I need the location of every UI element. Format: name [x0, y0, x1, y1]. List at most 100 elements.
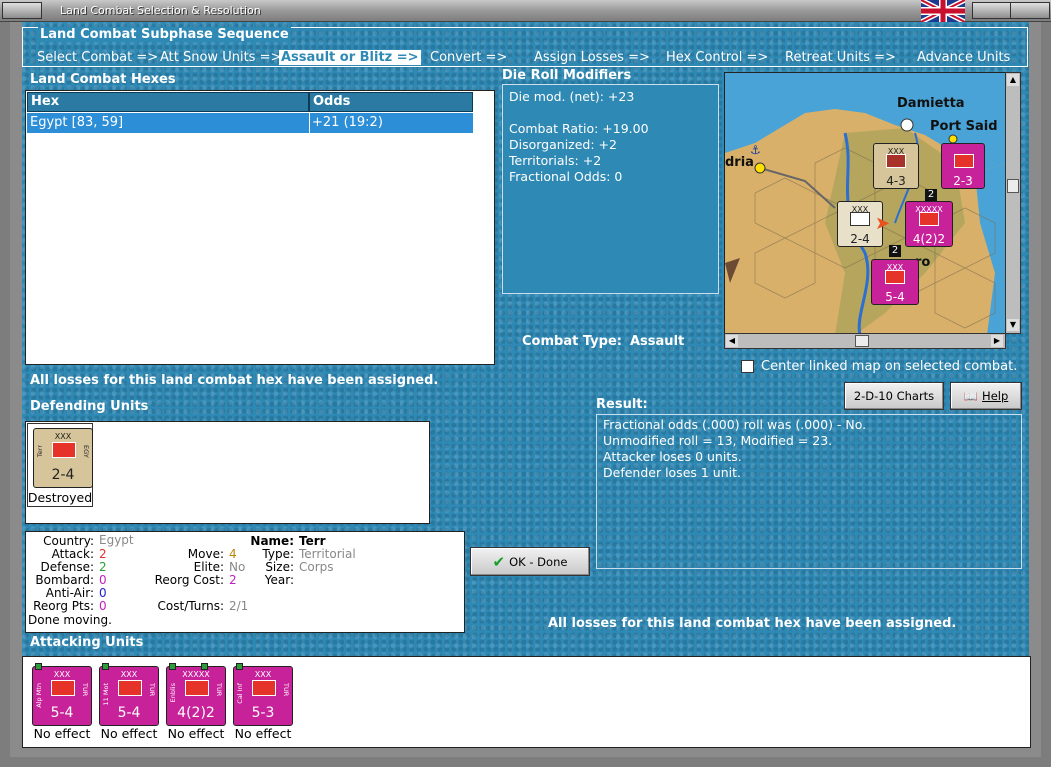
stack-badge: 2: [925, 189, 937, 201]
attacking-unit-counter[interactable]: XXX Alp Mtn TUR 5-4: [32, 663, 92, 726]
attacking-unit-counter[interactable]: XXX Cal Inf TUR 5-3: [233, 663, 293, 726]
attacker-status: No effect: [100, 726, 158, 741]
ok-done-button[interactable]: ✔ OK - Done: [470, 547, 590, 576]
defense-label: Defense:: [40, 560, 94, 574]
seq-select-combat: Select Combat =>: [37, 50, 159, 65]
mod-line-blank: [509, 105, 712, 121]
mod-line-territorials: Territorials: +2: [509, 153, 602, 168]
checkmark-icon: ✔: [492, 552, 506, 571]
ready-indicator: [201, 663, 208, 670]
country-label: Country:: [43, 534, 94, 548]
column-header-odds[interactable]: Odds: [309, 92, 473, 112]
help-book-icon: 📖: [963, 389, 979, 403]
scroll-right-icon[interactable]: ▶: [991, 335, 1003, 347]
losses-message-bottom: All losses for this land combat hex have…: [548, 616, 957, 631]
mod-line-ratio: Combat Ratio: +19.00: [509, 121, 649, 136]
bombard-label: Bombard:: [35, 573, 94, 587]
defender-status: Destroyed: [27, 490, 93, 505]
result-line: Fractional odds (.000) roll was (.000) -…: [603, 417, 867, 432]
vertical-scroll-thumb[interactable]: [1007, 179, 1019, 193]
anchor-icon: ⚓: [750, 143, 761, 157]
map-vertical-scrollbar[interactable]: ▲ ▼: [1005, 72, 1021, 334]
cost-turns-label: Cost/Turns:: [157, 599, 224, 613]
sequence-title: Land Combat Subphase Sequence: [38, 27, 291, 42]
name-label: Name:: [250, 534, 294, 548]
result-line: Defender loses 1 unit.: [603, 465, 741, 480]
reorg-pts-label: Reorg Pts:: [33, 599, 94, 613]
attack-value: 2: [99, 547, 107, 561]
reorg-cost-value: 2: [229, 573, 237, 587]
odds-cell: +21 (19:2): [312, 115, 383, 130]
ready-indicator: [236, 663, 243, 670]
result-line: Unmodified roll = 13, Modified = 23.: [603, 433, 833, 448]
center-map-checkbox[interactable]: [741, 360, 754, 373]
antiair-value: 0: [99, 586, 107, 600]
close-button[interactable]: [1010, 2, 1050, 19]
linked-map[interactable]: Damietta Port Said dria ro ⚓ XXX 4-3 2-3…: [724, 72, 1006, 334]
seq-convert: Convert =>: [430, 50, 508, 65]
seq-retreat-units: Retreat Units =>: [785, 50, 896, 65]
seq-assign-losses: Assign Losses =>: [534, 50, 650, 65]
bombard-value: 0: [99, 573, 107, 587]
attacker-status: No effect: [33, 726, 91, 741]
combat-type-value: Assault: [630, 334, 685, 349]
attacker-status: No effect: [234, 726, 292, 741]
attacking-title: Attacking Units: [30, 635, 144, 650]
mod-line-fractional: Fractional Odds: 0: [509, 169, 623, 184]
scroll-down-icon[interactable]: ▼: [1007, 319, 1019, 331]
ready-indicator: [102, 663, 109, 670]
scroll-up-icon[interactable]: ▲: [1007, 74, 1019, 86]
size-value: Corps: [299, 560, 334, 574]
type-label: Type:: [262, 547, 294, 561]
uk-flag-icon: [921, 0, 965, 22]
unit-status-text: Done moving.: [28, 613, 112, 627]
system-menu-button[interactable]: [2, 2, 42, 19]
defending-title: Defending Units: [30, 399, 149, 414]
horizontal-scroll-thumb[interactable]: [855, 335, 869, 347]
ready-indicator: [169, 663, 176, 670]
antiair-label: Anti-Air:: [45, 586, 94, 600]
center-map-label[interactable]: Center linked map on selected combat.: [761, 359, 1017, 374]
title-bar: Land Combat Selection & Resolution: [0, 0, 1051, 22]
result-title: Result:: [596, 397, 648, 412]
map-label-port-said: Port Said: [930, 119, 998, 134]
seq-hex-control: Hex Control =>: [666, 50, 769, 65]
map-counter[interactable]: XXX 4-3: [873, 143, 919, 189]
seq-assault-or-blitz: Assault or Blitz =>: [279, 50, 421, 65]
result-line: Attacker loses 0 units.: [603, 449, 742, 464]
defending-unit-counter[interactable]: XXX Terr EGY 2-4: [33, 428, 93, 488]
map-label-alexandria: dria: [725, 155, 754, 170]
result-box: Fractional odds (.000) roll was (.000) -…: [596, 414, 1022, 569]
charts-button[interactable]: 2-D-10 Charts: [844, 382, 944, 410]
country-value: Egypt: [99, 533, 134, 547]
mod-line-net: Die mod. (net): +23: [509, 89, 635, 104]
attacker-status: No effect: [167, 726, 225, 741]
modifiers-box: Die mod. (net): +23 Combat Ratio: +19.00…: [502, 84, 719, 294]
scroll-left-icon[interactable]: ◀: [726, 335, 738, 347]
seq-att-snow-units: Att Snow Units =>: [160, 50, 282, 65]
help-button[interactable]: 📖 Help: [950, 382, 1022, 410]
mod-line-disorganized: Disorganized: +2: [509, 137, 617, 152]
seq-advance-units: Advance Units: [917, 50, 1011, 65]
cost-turns-value: 2/1: [229, 599, 249, 613]
column-header-hex[interactable]: Hex: [27, 92, 309, 112]
attacking-unit-counter[interactable]: XXXXX Enblis TUR 4(2)2: [166, 663, 226, 726]
hexes-title: Land Combat Hexes: [30, 72, 176, 87]
attacking-unit-counter[interactable]: XXX 11 Mot TUR 5-4: [99, 663, 159, 726]
move-label: Move:: [187, 547, 224, 561]
map-counter[interactable]: 2-3: [941, 143, 985, 189]
losses-message-top: All losses for this land combat hex have…: [30, 373, 439, 388]
hex-cell: Egypt [83, 59]: [30, 115, 124, 130]
combat-arrow-icon: ➤: [875, 213, 891, 234]
move-value: 4: [229, 547, 237, 561]
cell-divider: [309, 113, 310, 133]
map-counter[interactable]: XXX 5-4: [871, 259, 919, 305]
minimize-button[interactable]: [972, 2, 1012, 19]
reorg-cost-label: Reorg Cost:: [154, 573, 224, 587]
defense-value: 2: [99, 560, 107, 574]
map-horizontal-scrollbar[interactable]: ◀ ▶: [724, 333, 1006, 349]
map-counter[interactable]: XXXXX 4(2)2: [905, 201, 953, 247]
combat-type-label: Combat Type:: [522, 334, 622, 349]
name-value: Terr: [299, 534, 326, 548]
window-title: Land Combat Selection & Resolution: [60, 4, 261, 17]
